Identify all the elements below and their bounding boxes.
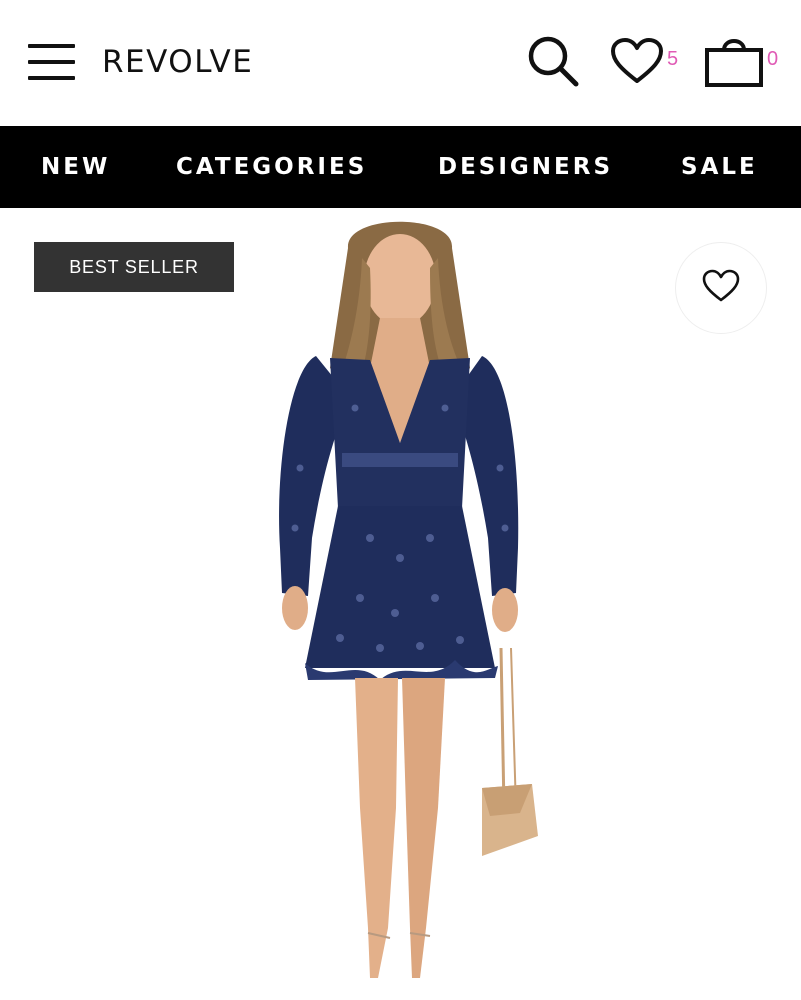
search-icon[interactable] (526, 34, 580, 88)
revolve-logo[interactable]: REVOLVE (102, 44, 253, 80)
bag-count-badge: 0 (767, 48, 779, 70)
nav-item-new[interactable]: NEW (41, 154, 110, 180)
wishlist-count-badge: 5 (667, 48, 679, 70)
top-header: REVOLVE 5 0 (0, 0, 801, 126)
wishlist-heart-icon[interactable] (610, 38, 664, 84)
nav-item-sale[interactable]: SALE (681, 154, 758, 180)
heart-outline-icon (702, 269, 740, 308)
hamburger-menu-icon[interactable] (28, 44, 76, 82)
nav-item-designers[interactable]: DESIGNERS (438, 154, 613, 180)
category-nav-bar: NEW CATEGORIES DESIGNERS SALE (0, 126, 801, 208)
product-image[interactable] (220, 208, 580, 1000)
nav-item-categories[interactable]: CATEGORIES (176, 154, 367, 180)
product-area: BEST SELLER (0, 208, 801, 1000)
best-seller-badge: BEST SELLER (34, 242, 234, 292)
add-to-wishlist-button[interactable] (675, 242, 767, 334)
shopping-bag-icon[interactable] (704, 32, 764, 88)
